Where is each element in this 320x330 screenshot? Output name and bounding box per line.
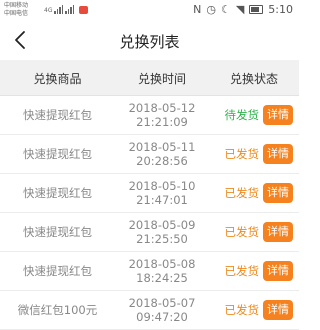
detail-button[interactable]: 详情 <box>263 144 293 164</box>
dnd-icon: ☾ <box>220 3 231 16</box>
exchange-time: 2018-05-09 21:25:50 <box>115 218 209 246</box>
signal-icon-2 <box>65 4 75 14</box>
table-row: 快速提现红包 2018-05-08 18:24:25 已发货 详情 <box>0 252 299 291</box>
exchange-clock: 18:24:25 <box>136 271 188 285</box>
signal-icon <box>54 4 64 14</box>
notification-icon <box>79 6 89 14</box>
table-row: 快速提现红包 2018-05-10 21:47:01 已发货 详情 <box>0 174 299 213</box>
detail-button[interactable]: 详情 <box>263 261 293 281</box>
signal-icons: 4G <box>44 4 89 14</box>
status-text: 待发货 <box>224 108 260 122</box>
clock: 5:10 <box>268 3 293 16</box>
exchange-date: 2018-05-10 <box>128 179 196 193</box>
exchange-time: 2018-05-10 21:47:01 <box>115 179 209 207</box>
status-cell: 待发货 详情 <box>209 105 299 125</box>
exchange-time: 2018-05-08 18:24:25 <box>115 257 209 285</box>
exchange-time: 2018-05-12 21:21:09 <box>115 101 209 129</box>
status-cell: 已发货 详情 <box>209 300 299 320</box>
item-name: 微信红包100元 <box>17 303 98 317</box>
top-bar: 兑换列表 <box>0 20 299 60</box>
item-name: 快速提现红包 <box>23 147 92 161</box>
table-row: 快速提现红包 2018-05-12 21:21:09 待发货 详情 <box>0 96 299 135</box>
exchange-date: 2018-05-09 <box>128 218 196 232</box>
status-text: 已发货 <box>224 303 260 317</box>
table-header: 兑换商品 兑换时间 兑换状态 <box>0 60 299 96</box>
exchange-clock: 21:47:01 <box>136 193 188 207</box>
item-name: 快速提现红包 <box>23 264 92 278</box>
status-cell: 已发货 详情 <box>209 183 299 203</box>
carrier-2: 中国电信 <box>4 10 29 17</box>
table-row: 微信红包100元 2018-05-07 09:47:20 已发货 详情 <box>0 291 299 330</box>
exchange-time: 2018-05-11 20:28:56 <box>115 140 209 168</box>
exchange-clock: 21:25:50 <box>136 232 188 246</box>
alarm-icon: ◷ <box>206 3 216 16</box>
nfc-icon: N <box>193 3 202 16</box>
network-type: 4G <box>44 7 53 14</box>
exchange-date: 2018-05-07 <box>128 296 196 310</box>
table-row: 快速提现红包 2018-05-09 21:25:50 已发货 详情 <box>0 213 299 252</box>
status-cell: 已发货 详情 <box>209 261 299 281</box>
page-title: 兑换列表 <box>119 33 180 51</box>
status-right: N ◷ ☾ ◥ 5:10 <box>193 3 293 16</box>
column-header-status: 兑换状态 <box>229 72 278 86</box>
detail-button[interactable]: 详情 <box>263 222 293 242</box>
item-name: 快速提现红包 <box>23 186 92 200</box>
exchange-clock: 20:28:56 <box>136 154 188 168</box>
column-header-name: 兑换商品 <box>33 72 82 86</box>
item-name: 快速提现红包 <box>23 108 92 122</box>
status-text: 已发货 <box>224 264 260 278</box>
status-cell: 已发货 详情 <box>209 144 299 164</box>
table-row: 快速提现红包 2018-05-11 20:28:56 已发货 详情 <box>0 135 299 174</box>
exchange-clock: 09:47:20 <box>136 310 188 324</box>
status-text: 已发货 <box>224 147 260 161</box>
status-bar: 中国移动 中国电信 4G N ◷ ☾ ◥ 5:10 <box>0 0 299 20</box>
status-text: 已发货 <box>224 186 260 200</box>
status-cell: 已发货 详情 <box>209 222 299 242</box>
exchange-clock: 21:21:09 <box>136 115 188 129</box>
battery-icon <box>249 5 264 14</box>
status-text: 已发货 <box>224 225 260 239</box>
exchange-time: 2018-05-07 09:47:20 <box>115 296 209 324</box>
item-name: 快速提现红包 <box>23 225 92 239</box>
exchange-date: 2018-05-08 <box>128 257 196 271</box>
carrier-1: 中国移动 <box>4 2 29 9</box>
column-header-time: 兑换时间 <box>137 72 186 86</box>
exchange-date: 2018-05-11 <box>128 140 196 154</box>
wifi-icon: ◥ <box>235 3 245 16</box>
detail-button[interactable]: 详情 <box>263 105 293 125</box>
detail-button[interactable]: 详情 <box>263 300 293 320</box>
detail-button[interactable]: 详情 <box>263 183 293 203</box>
exchange-date: 2018-05-12 <box>128 101 196 115</box>
